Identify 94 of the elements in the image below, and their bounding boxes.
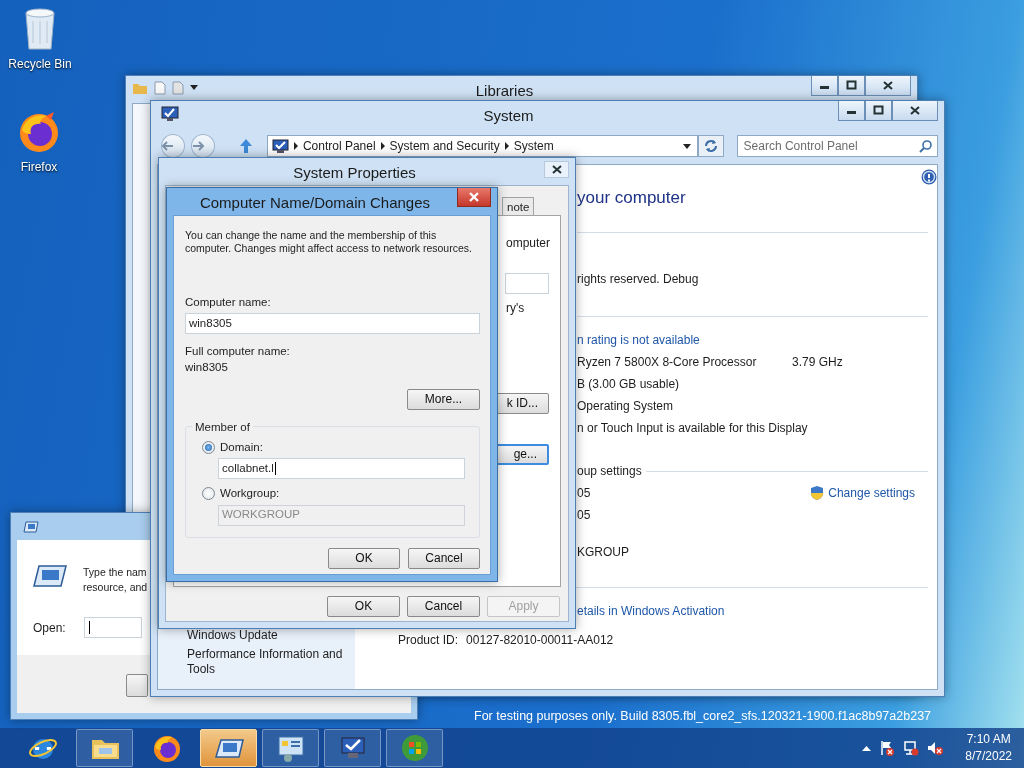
close-button[interactable]	[892, 101, 938, 121]
dialog-button[interactable]: OK	[327, 596, 400, 617]
taskbar-button[interactable]	[200, 729, 257, 767]
build-notice: For testing purposes only. Build 8305.fbl_core2_sfs.120321-1900.f1ac8b97a2b237	[474, 708, 932, 725]
dropdown-icon[interactable]	[682, 143, 691, 149]
up-arrow-icon[interactable]	[238, 138, 253, 154]
close-button[interactable]	[865, 76, 911, 96]
help-icon[interactable]	[921, 169, 937, 185]
minimize-button[interactable]	[811, 76, 838, 96]
speaker-muted-icon[interactable]	[927, 740, 944, 756]
search-field[interactable]: Search Control Panel	[736, 135, 938, 157]
orb-icon	[399, 733, 430, 763]
clock-date[interactable]: 8/7/2022	[965, 748, 1012, 765]
control-panel-icon	[275, 733, 306, 763]
dialog-button[interactable]: Cancel	[407, 596, 480, 617]
refresh-button[interactable]	[697, 135, 724, 157]
prompt-text: resource, and	[83, 580, 148, 595]
window-title: System Properties	[293, 163, 416, 183]
tab[interactable]: note	[502, 197, 535, 215]
maximize-icon[interactable]	[846, 80, 857, 91]
close-icon[interactable]	[909, 105, 921, 116]
info-value: 3.79 GHz	[792, 354, 843, 371]
clock-time[interactable]: 7:10 AM	[965, 731, 1012, 748]
partial-text: omputer	[506, 235, 551, 252]
dialog-button: Apply	[487, 596, 560, 617]
shield-icon	[810, 485, 825, 501]
sidebar-link[interactable]: Windows Update	[187, 628, 352, 643]
prompt-text: Type the nam	[83, 565, 148, 580]
info-text: 05	[577, 485, 591, 502]
monitor-icon	[271, 138, 289, 154]
info-text: Ryzen 7 5800X 8-Core Processor	[577, 354, 758, 371]
chevron-up-icon[interactable]	[862, 745, 872, 751]
info-text: Operating System	[577, 398, 674, 415]
field-label: Computer name:	[185, 295, 272, 309]
dialog-button[interactable]	[126, 674, 148, 697]
more-button[interactable]: More...	[407, 389, 480, 410]
flag-icon[interactable]	[879, 740, 896, 756]
full-name-text: win8305	[185, 360, 229, 374]
desktop-icon-label[interactable]: Recycle Bin	[8, 55, 72, 73]
radio-button[interactable]	[202, 441, 215, 455]
search-icon	[919, 139, 932, 153]
info-text: 05	[577, 507, 591, 524]
back-button[interactable]	[161, 134, 185, 158]
text-field: WORKGROUP	[218, 504, 465, 526]
settings-link[interactable]: Change settings	[828, 484, 915, 502]
partial-text: ry's	[506, 300, 525, 317]
text-field[interactable]	[505, 273, 549, 294]
info-text: B (3.00 GB usable)	[577, 376, 680, 393]
dialog-button[interactable]: Cancel	[408, 548, 480, 569]
info-link[interactable]: etails in Windows Activation	[577, 602, 725, 620]
maximize-button[interactable]	[865, 101, 892, 121]
text-field[interactable]: collabnet.l	[218, 458, 465, 480]
breadcrumb-link[interactable]: System and Security	[389, 137, 500, 155]
window-title: System	[483, 106, 534, 126]
run-icon	[33, 565, 67, 587]
maximize-button[interactable]	[838, 76, 865, 96]
breadcrumb-link[interactable]: System	[513, 137, 554, 155]
forward-button[interactable]	[190, 134, 215, 158]
refresh-icon	[703, 139, 718, 153]
radio-label: Workgroup:	[220, 486, 280, 502]
product-id-value: 00127-82010-00011-AA012	[466, 632, 614, 649]
computer-name-field[interactable]: win8305	[185, 313, 480, 334]
window-title: Computer Name/Domain Changes	[199, 193, 431, 213]
info-text: n or Touch Input is available for this Display	[577, 420, 808, 437]
browser-icon	[17, 110, 61, 154]
dialog-button[interactable]: OK	[328, 548, 400, 569]
field-label: Full computer name:	[185, 344, 291, 358]
page-heading: your computer	[577, 187, 687, 210]
close-button[interactable]	[457, 188, 491, 207]
browser-icon	[151, 733, 182, 763]
monitor-icon	[161, 106, 179, 122]
radio-label: Domain:	[220, 440, 263, 455]
close-icon[interactable]	[550, 164, 563, 175]
intro-text: You can change the name and the membership of this computer. Changes might affect access to network resources.	[185, 229, 473, 255]
info-text: rights reserved. Debug	[577, 271, 699, 288]
back-arrow-icon	[162, 141, 174, 151]
field-label: Open:	[33, 619, 66, 637]
maximize-icon[interactable]	[873, 105, 884, 116]
open-field[interactable]	[83, 617, 142, 638]
desktop-icon-label[interactable]: Firefox	[20, 158, 58, 176]
run-icon	[23, 521, 39, 533]
close-icon[interactable]	[882, 80, 894, 91]
dropdown-icon[interactable]	[190, 85, 198, 91]
sidebar-link[interactable]: Performance Information and Tools	[187, 647, 352, 677]
field-label: Product ID:	[398, 632, 459, 649]
forward-arrow-icon	[191, 141, 204, 151]
breadcrumb-link[interactable]: Control Panel	[302, 137, 376, 155]
info-link[interactable]: n rating is not available	[577, 331, 700, 349]
section-title: oup settings	[577, 463, 642, 480]
network-icon[interactable]	[903, 740, 920, 756]
info-text: KGROUP	[577, 544, 629, 561]
window-title: Libraries	[475, 81, 534, 101]
minimize-button[interactable]	[838, 101, 865, 121]
address-bar[interactable]: Control Panel System and Security System	[266, 135, 698, 157]
